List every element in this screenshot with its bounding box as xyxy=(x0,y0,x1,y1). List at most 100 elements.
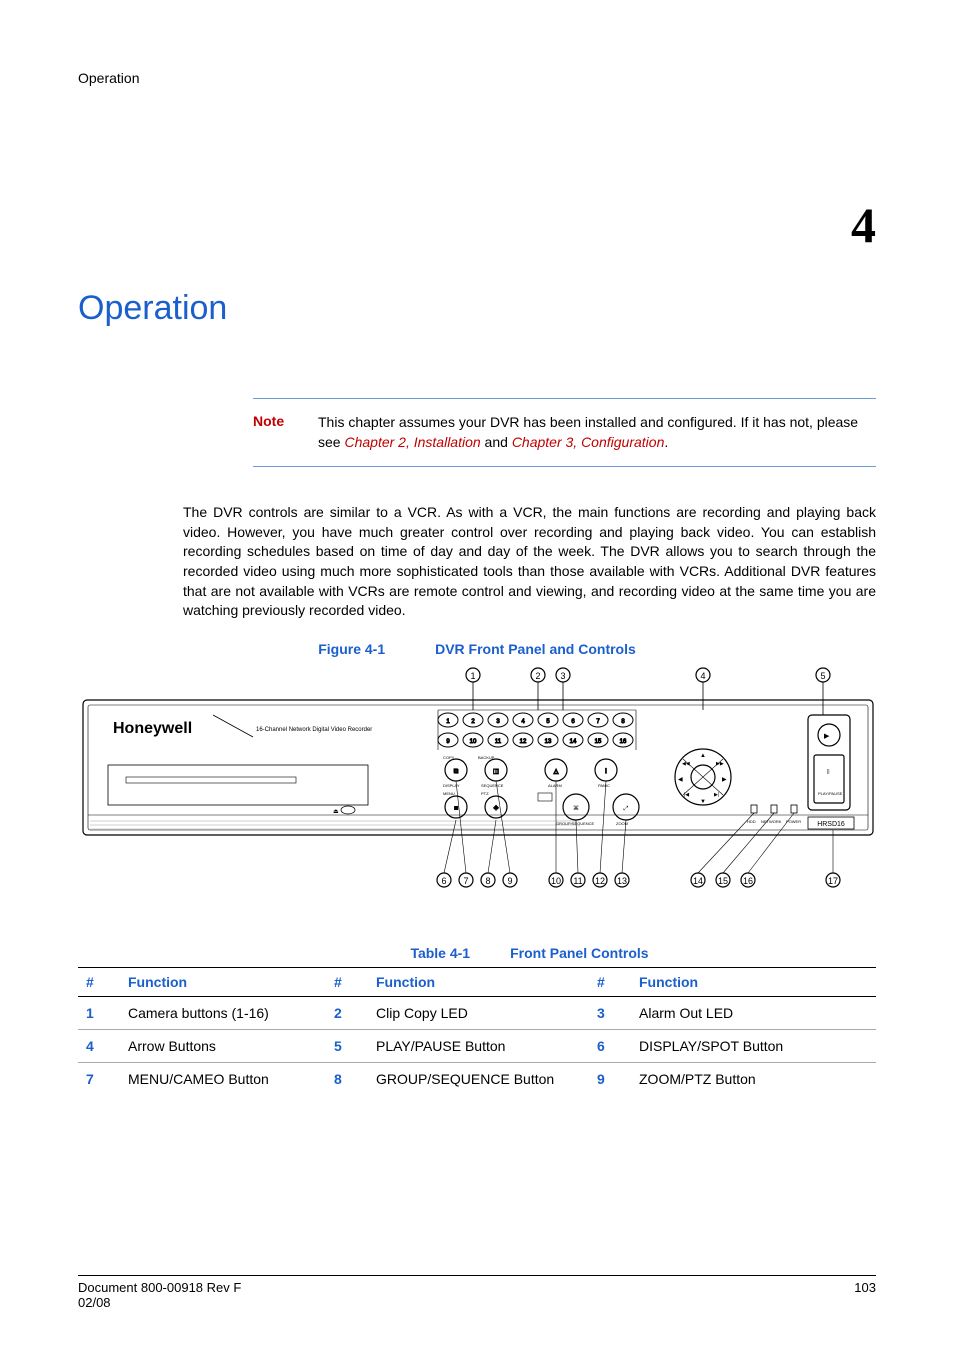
cell-num: 7 xyxy=(78,1062,120,1095)
svg-text:PLAY/PAUSE: PLAY/PAUSE xyxy=(818,791,843,796)
svg-text:6: 6 xyxy=(571,719,575,725)
dvr-front-panel-illustration: 1 2 3 4 5 Honeywell 16-Channel Network D… xyxy=(78,665,878,915)
svg-text:9: 9 xyxy=(507,876,512,886)
svg-text:8: 8 xyxy=(621,719,625,725)
note-link-chapter3[interactable]: Chapter 3, Configuration xyxy=(512,434,665,450)
svg-text:||: || xyxy=(827,769,830,775)
svg-text:◧: ◧ xyxy=(493,769,499,775)
svg-text:2: 2 xyxy=(471,719,475,725)
svg-text:8: 8 xyxy=(485,876,490,886)
cell-num: 6 xyxy=(589,1029,631,1062)
svg-text:11: 11 xyxy=(495,739,502,745)
body-paragraph: The DVR controls are similar to a VCR. A… xyxy=(183,503,876,621)
footer-page-number: 103 xyxy=(854,1280,876,1310)
svg-text:HDD: HDD xyxy=(747,819,756,824)
table-number: Table 4-1 xyxy=(410,945,470,961)
table-caption: Table 4-1Front Panel Controls xyxy=(183,945,876,961)
cell-func: PLAY/PAUSE Button xyxy=(368,1029,589,1062)
chapter-number: 4 xyxy=(78,196,876,254)
figure-title: DVR Front Panel and Controls xyxy=(435,641,636,657)
svg-text:13: 13 xyxy=(545,739,552,745)
svg-text:4: 4 xyxy=(521,719,525,725)
svg-text:▶▶: ▶▶ xyxy=(716,761,724,767)
th-num-1: # xyxy=(78,967,120,996)
cell-func: GROUP/SEQUENCE Button xyxy=(368,1062,589,1095)
svg-text:7: 7 xyxy=(596,719,600,725)
svg-text:3: 3 xyxy=(560,671,565,681)
svg-text:1: 1 xyxy=(446,719,450,725)
svg-text:◀: ◀ xyxy=(678,777,683,783)
svg-text:|◀: |◀ xyxy=(684,792,689,798)
svg-text:NETWORK: NETWORK xyxy=(761,819,782,824)
svg-text:▶: ▶ xyxy=(722,777,727,783)
cell-num: 4 xyxy=(78,1029,120,1062)
figure-caption: Figure 4-1 DVR Front Panel and Controls xyxy=(78,641,876,657)
page-footer: Document 800-00918 Rev F 02/08 103 xyxy=(78,1275,876,1310)
svg-text:MENU: MENU xyxy=(443,791,455,796)
cell-func: DISPLAY/SPOT Button xyxy=(631,1029,876,1062)
table-row: 7 MENU/CAMEO Button 8 GROUP/SEQUENCE But… xyxy=(78,1062,876,1095)
svg-text:▼: ▼ xyxy=(700,799,706,805)
footer-date: 02/08 xyxy=(78,1295,241,1310)
cell-func: Alarm Out LED xyxy=(631,996,876,1029)
footer-doc-id: Document 800-00918 Rev F xyxy=(78,1280,241,1295)
svg-text:16: 16 xyxy=(743,876,753,886)
svg-text:POWER: POWER xyxy=(786,819,801,824)
svg-text:△: △ xyxy=(554,769,559,775)
cell-func: MENU/CAMEO Button xyxy=(120,1062,326,1095)
svg-text:10: 10 xyxy=(470,739,477,745)
svg-text:6: 6 xyxy=(441,876,446,886)
svg-text:7: 7 xyxy=(463,876,468,886)
svg-text:9: 9 xyxy=(446,739,450,745)
cell-func: Camera buttons (1-16) xyxy=(120,996,326,1029)
svg-text:2: 2 xyxy=(535,671,540,681)
svg-text:13: 13 xyxy=(617,876,627,886)
figure-number: Figure 4-1 xyxy=(318,641,385,657)
svg-text:5: 5 xyxy=(820,671,825,681)
cell-num: 3 xyxy=(589,996,631,1029)
svg-text:⌘: ⌘ xyxy=(573,805,579,812)
svg-text:≡: ≡ xyxy=(454,806,458,812)
svg-text:DISPLAY: DISPLAY xyxy=(443,783,460,788)
th-func-1: Function xyxy=(120,967,326,996)
cell-num: 2 xyxy=(326,996,368,1029)
note-text: This chapter assumes your DVR has been i… xyxy=(318,413,876,452)
svg-text:15: 15 xyxy=(718,876,728,886)
svg-text:1: 1 xyxy=(470,671,475,681)
svg-text:PANIC: PANIC xyxy=(598,783,610,788)
svg-text:5: 5 xyxy=(546,719,550,725)
brand-label: Honeywell xyxy=(113,720,192,737)
svg-text:◀◀: ◀◀ xyxy=(682,761,690,767)
svg-text:16: 16 xyxy=(620,739,627,745)
cell-func: ZOOM/PTZ Button xyxy=(631,1062,876,1095)
front-panel-controls-table: # Function # Function # Function 1 Camer… xyxy=(78,967,876,1095)
svg-text:12: 12 xyxy=(595,876,605,886)
svg-text:ZOOM: ZOOM xyxy=(616,821,628,826)
th-num-3: # xyxy=(589,967,631,996)
note-label: Note xyxy=(253,413,318,452)
table-row: 1 Camera buttons (1-16) 2 Clip Copy LED … xyxy=(78,996,876,1029)
svg-text:15: 15 xyxy=(595,739,602,745)
cell-num: 5 xyxy=(326,1029,368,1062)
svg-text:14: 14 xyxy=(570,739,577,745)
note-text-after: . xyxy=(664,434,668,450)
svg-text:▲: ▲ xyxy=(700,753,706,759)
svg-text:4: 4 xyxy=(700,671,705,681)
device-subtitle: 16-Channel Network Digital Video Recorde… xyxy=(256,727,372,733)
svg-text:⏏: ⏏ xyxy=(333,809,339,815)
svg-text:⧉: ⧉ xyxy=(454,769,459,775)
chapter-title: Operation xyxy=(78,289,876,328)
svg-text:⤢: ⤢ xyxy=(624,805,629,812)
svg-text:▶|: ▶| xyxy=(714,792,719,798)
svg-text:10: 10 xyxy=(551,876,561,886)
model-badge: HRSD16 xyxy=(817,821,845,828)
cell-func: Clip Copy LED xyxy=(368,996,589,1029)
svg-text:ALARM: ALARM xyxy=(548,783,562,788)
svg-text:3: 3 xyxy=(496,719,500,725)
note-text-mid: and xyxy=(481,434,512,450)
th-func-2: Function xyxy=(368,967,589,996)
svg-text:▶: ▶ xyxy=(824,733,830,740)
cell-num: 9 xyxy=(589,1062,631,1095)
note-block: Note This chapter assumes your DVR has b… xyxy=(253,398,876,467)
note-link-chapter2[interactable]: Chapter 2, Installation xyxy=(344,434,480,450)
